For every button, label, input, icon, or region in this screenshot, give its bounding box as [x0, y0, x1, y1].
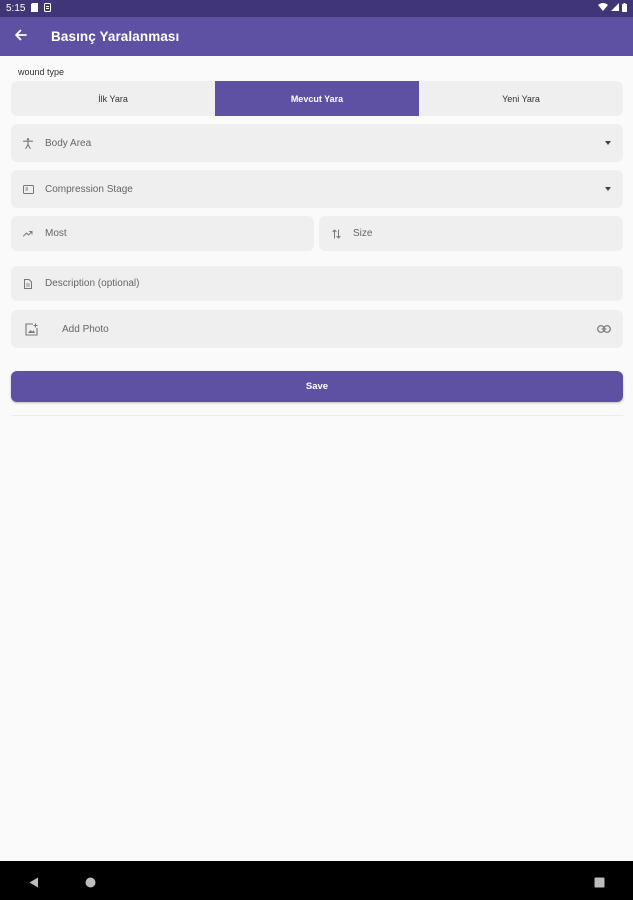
- description-placeholder: Description (optional): [45, 278, 140, 289]
- chevron-down-icon: [605, 141, 611, 145]
- link-icon[interactable]: [597, 325, 611, 333]
- app-bar: Basınç Yaralanması: [0, 17, 633, 56]
- size-placeholder: Size: [353, 228, 373, 239]
- add-photo-label: Add Photo: [62, 323, 109, 335]
- size-input[interactable]: Size: [319, 216, 623, 251]
- wound-type-option-first[interactable]: İlk Yara: [11, 81, 215, 116]
- chevron-down-icon: [605, 187, 611, 191]
- document-icon: [11, 278, 45, 289]
- divider: [11, 415, 623, 416]
- battery-icon: [622, 2, 627, 15]
- wound-type-label: wound type: [18, 67, 65, 77]
- most-placeholder: Most: [45, 228, 67, 239]
- most-input[interactable]: Most: [11, 216, 314, 251]
- wifi-icon: [598, 3, 608, 14]
- trending-icon: [11, 230, 45, 237]
- storage-icon: [44, 2, 52, 15]
- compression-stage-placeholder: Compression Stage: [45, 183, 133, 195]
- wound-type-option-new[interactable]: Yeni Yara: [419, 81, 623, 116]
- save-button[interactable]: Save: [11, 371, 623, 402]
- add-photo-icon: [11, 322, 51, 336]
- nav-recents-icon[interactable]: [594, 875, 605, 893]
- nav-back-icon[interactable]: [29, 875, 39, 893]
- page-title: Basınç Yaralanması: [51, 29, 180, 44]
- system-nav-bar: [0, 861, 633, 900]
- status-time: 5:15: [6, 3, 26, 14]
- status-bar: 5:15: [0, 0, 633, 17]
- wound-type-selector: İlk Yara Mevcut Yara Yeni Yara: [11, 81, 623, 116]
- swap-vertical-icon: [319, 229, 353, 239]
- accessibility-icon: [11, 137, 45, 149]
- add-photo-field[interactable]: Add Photo: [11, 310, 623, 348]
- body-area-placeholder: Body Area: [45, 137, 92, 149]
- compression-stage-dropdown[interactable]: Compression Stage: [11, 170, 623, 208]
- wound-type-option-existing[interactable]: Mevcut Yara: [215, 81, 419, 116]
- nav-home-icon[interactable]: [85, 875, 96, 893]
- description-input[interactable]: Description (optional): [11, 266, 623, 301]
- back-button[interactable]: [0, 17, 40, 56]
- signal-icon: [611, 3, 619, 14]
- layers-icon: [11, 184, 45, 194]
- sim-card-icon: [31, 2, 39, 15]
- arrow-left-icon: [14, 28, 27, 46]
- body-area-dropdown[interactable]: Body Area: [11, 124, 623, 162]
